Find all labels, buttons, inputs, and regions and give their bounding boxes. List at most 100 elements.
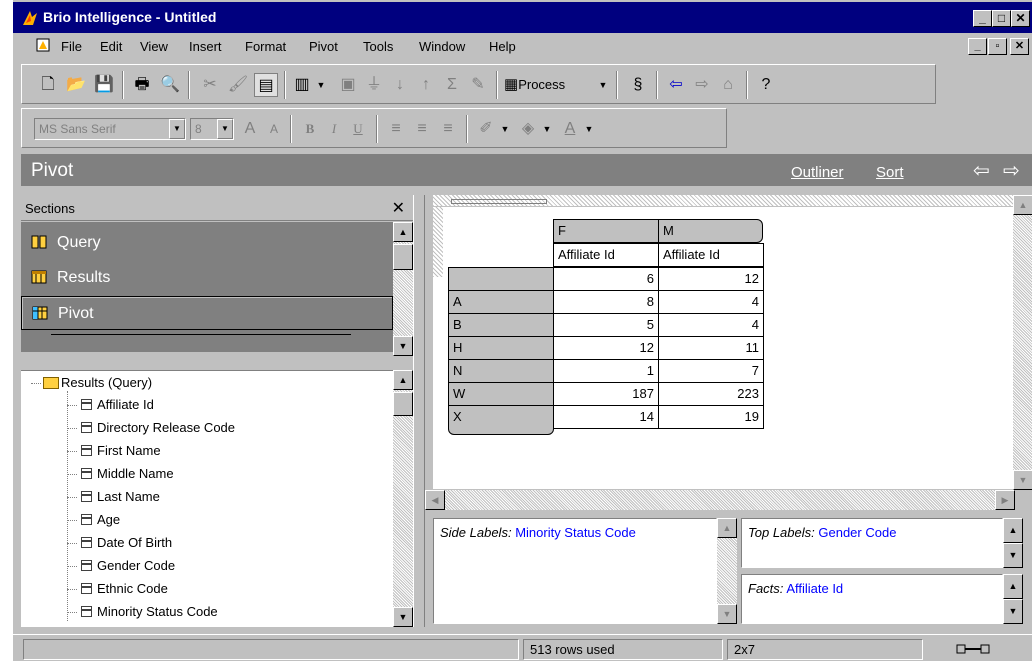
tree-item-minority-status-code[interactable]: Minority Status Code [81, 604, 218, 619]
home-icon[interactable]: ⌂ [716, 73, 740, 97]
tree-item-ethnic-code[interactable]: Ethnic Code [81, 581, 168, 596]
chevron-down-icon[interactable]: ▼ [498, 117, 512, 141]
side-label-cell[interactable]: N [448, 359, 554, 383]
pivot-value-cell[interactable]: 5 [553, 313, 659, 337]
underline-icon[interactable]: U [346, 117, 370, 141]
section-pane-icon[interactable]: ▤ [254, 73, 278, 97]
line-color-icon[interactable]: ✐ [474, 117, 498, 141]
scroll-up-icon[interactable]: ▲ [717, 518, 737, 538]
pivot-value-cell[interactable]: 14 [553, 405, 659, 429]
section-item-pivot[interactable]: Pivot [21, 296, 393, 330]
scroll-thumb[interactable] [393, 392, 413, 416]
save-icon[interactable]: 💾 [92, 73, 116, 97]
minimize-button[interactable]: _ [973, 10, 992, 27]
italic-icon[interactable]: I [322, 117, 346, 141]
chart-icon[interactable]: ▣ [336, 73, 360, 97]
pivot-value-cell[interactable]: 4 [658, 290, 764, 314]
font-name-dropdown[interactable]: MS Sans Serif ▼ [34, 118, 186, 140]
facts-box[interactable]: Facts: Affiliate Id [741, 574, 1003, 624]
side-label-cell[interactable]: A [448, 290, 554, 314]
font-size-dropdown[interactable]: 8 ▼ [190, 118, 234, 140]
pane-splitter[interactable] [413, 195, 425, 627]
fact-header[interactable]: Affiliate Id [658, 243, 764, 267]
scroll-left-icon[interactable]: ◀ [425, 490, 445, 510]
side-labels-box[interactable]: Side Labels: Minority Status Code [433, 518, 717, 624]
pivot-value-cell[interactable]: 6 [553, 267, 659, 291]
pivot-value-cell[interactable]: 19 [658, 405, 764, 429]
menu-edit[interactable]: Edit [100, 39, 122, 54]
scroll-up-icon[interactable]: ▲ [393, 222, 413, 242]
scroll-down-icon[interactable]: ▼ [717, 604, 737, 624]
pivot-value-cell[interactable]: 12 [658, 267, 764, 291]
chevron-down-icon[interactable]: ▼ [217, 119, 233, 139]
pivot-value-cell[interactable]: 12 [553, 336, 659, 360]
side-label-cell[interactable]: B [448, 313, 554, 337]
help-icon[interactable]: ? [754, 73, 778, 97]
title-bar[interactable]: Brio Intelligence - Untitled _ □ ✕ [13, 2, 1032, 33]
filter-icon[interactable]: ⏚ [362, 73, 386, 97]
section-item-results[interactable]: Results [21, 261, 393, 295]
menu-format[interactable]: Format [245, 39, 286, 54]
top-labels-box[interactable]: Top Labels: Gender Code [741, 518, 1003, 568]
scroll-down-icon[interactable]: ▼ [1003, 543, 1023, 568]
print-preview-icon[interactable]: 🔍 [158, 73, 182, 97]
pencil-icon[interactable]: ✎ [466, 73, 490, 97]
sort-descending-icon[interactable]: ↑ [414, 73, 438, 97]
tree-root-results-query[interactable]: Results (Query) [43, 375, 152, 390]
chevron-down-icon[interactable]: ▼ [314, 73, 328, 97]
scroll-right-icon[interactable]: ▶ [995, 490, 1015, 510]
scroll-down-icon[interactable]: ▼ [393, 607, 413, 627]
top-labels-scrollbar[interactable]: ▲ ▼ [1003, 518, 1023, 568]
tree-scrollbar[interactable]: ▲ ▼ [393, 370, 413, 627]
scroll-up-icon[interactable]: ▲ [1003, 518, 1023, 543]
menu-insert[interactable]: Insert [189, 39, 222, 54]
menu-window[interactable]: Window [419, 39, 465, 54]
chevron-down-icon[interactable]: ▼ [169, 119, 185, 139]
mdi-close-button[interactable]: ✕ [1010, 38, 1029, 55]
insert-section-icon[interactable]: ▥ [290, 73, 314, 97]
mdi-restore-button[interactable]: ▫ [988, 38, 1007, 55]
sum-icon[interactable]: Σ [440, 73, 464, 97]
tree-item-age[interactable]: Age [81, 512, 120, 527]
tree-item-first-name[interactable]: First Name [81, 443, 161, 458]
chevron-down-icon[interactable]: ▼ [582, 117, 596, 141]
facts-scrollbar[interactable]: ▲ ▼ [1003, 574, 1023, 624]
menu-help[interactable]: Help [489, 39, 516, 54]
back-arrow-icon[interactable]: ⇦ [664, 73, 688, 97]
scroll-up-icon[interactable]: ▲ [393, 370, 413, 390]
top-label-header-f[interactable]: F [553, 219, 659, 243]
pivot-value-cell[interactable]: 11 [658, 336, 764, 360]
column-header-handle[interactable] [451, 199, 547, 204]
tree-item-middle-name[interactable]: Middle Name [81, 466, 174, 481]
open-folder-icon[interactable]: 📂 [64, 73, 88, 97]
section-item-query[interactable]: Query [21, 226, 393, 260]
back-arrow-icon[interactable]: ⇦ [973, 158, 990, 183]
top-label-header-m[interactable]: M [658, 219, 763, 243]
side-labels-scrollbar[interactable]: ▲ ▼ [717, 518, 737, 624]
pivot-value-cell[interactable]: 4 [658, 313, 764, 337]
paint-brush-icon[interactable]: 🖌 [226, 73, 250, 97]
menu-file[interactable]: File [61, 39, 82, 54]
side-label-cell[interactable]: H [448, 336, 554, 360]
side-label-cell[interactable] [448, 267, 554, 291]
sort-link[interactable]: Sort [876, 164, 904, 181]
process-button[interactable]: ▦Process [504, 73, 594, 97]
scroll-down-icon[interactable]: ▼ [1003, 599, 1023, 624]
align-left-icon[interactable]: ≡ [384, 117, 408, 141]
fill-color-icon[interactable]: ◈ [516, 117, 540, 141]
menu-view[interactable]: View [140, 39, 168, 54]
tree-item-gender-code[interactable]: Gender Code [81, 558, 175, 573]
scroll-down-icon[interactable]: ▼ [1013, 470, 1032, 490]
side-label-cell[interactable]: X [448, 405, 554, 435]
tree-item-last-name[interactable]: Last Name [81, 489, 160, 504]
link-icon[interactable]: § [626, 73, 650, 97]
pivot-value-cell[interactable]: 223 [658, 382, 764, 406]
print-icon[interactable]: 🖶 [130, 73, 154, 97]
tree-item-affiliate-id[interactable]: Affiliate Id [81, 397, 154, 412]
cut-icon[interactable]: ✂ [198, 73, 222, 97]
tree-item-directory-release-code[interactable]: Directory Release Code [81, 420, 235, 435]
sections-scrollbar[interactable]: ▲ ▼ [393, 222, 413, 356]
scroll-thumb[interactable] [393, 244, 413, 270]
pivot-value-cell[interactable]: 1 [553, 359, 659, 383]
fact-header[interactable]: Affiliate Id [553, 243, 659, 267]
